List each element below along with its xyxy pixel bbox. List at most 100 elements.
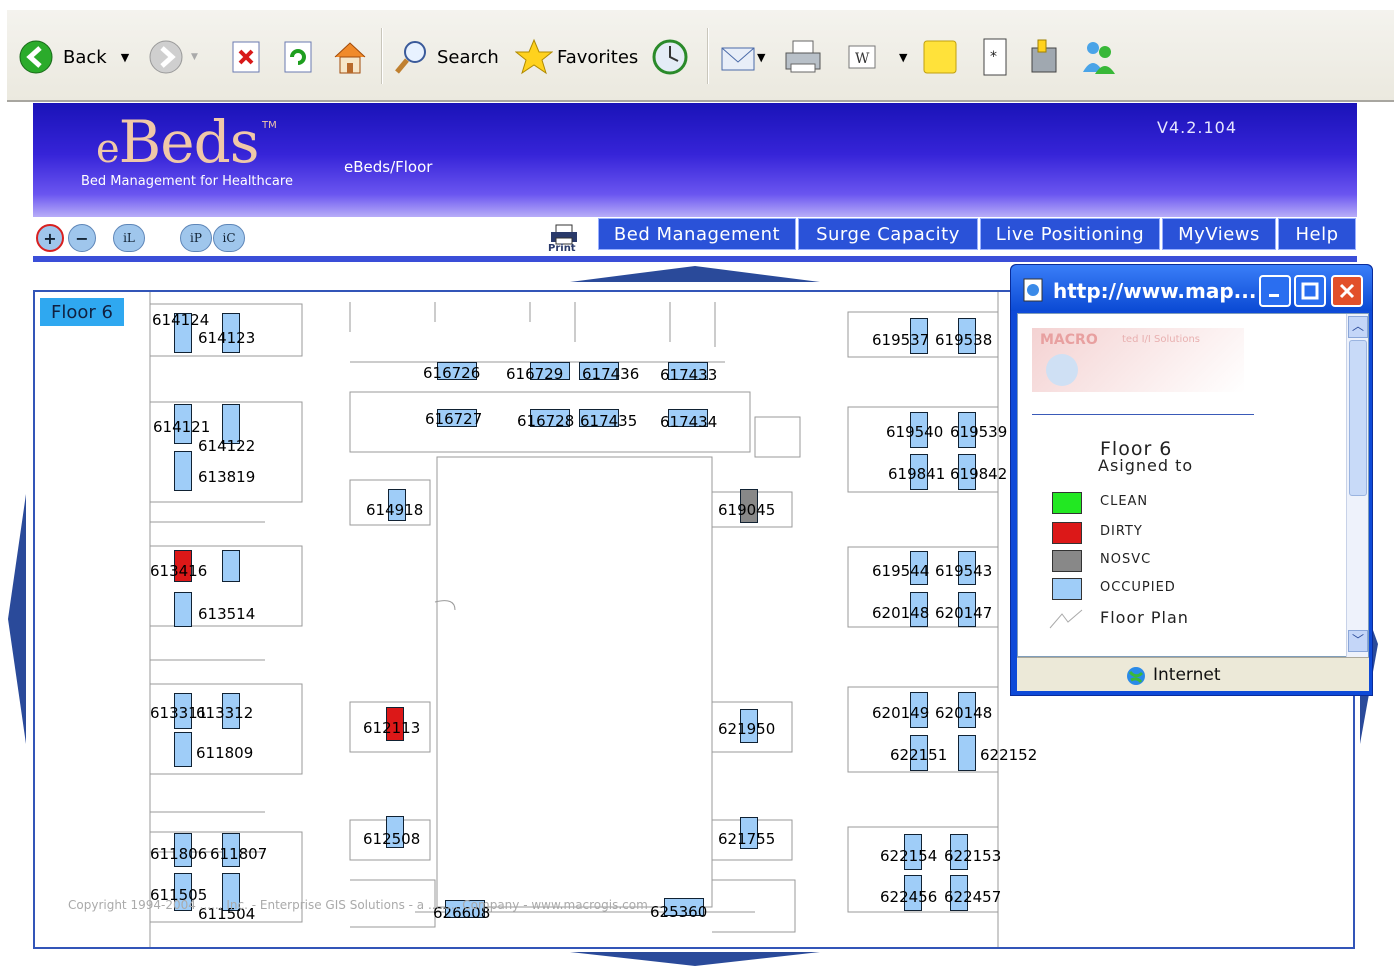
history-icon bbox=[651, 38, 689, 76]
back-dropdown-icon[interactable]: ▼ bbox=[121, 51, 129, 64]
bed-label: 619841 bbox=[888, 465, 946, 483]
device-icon: * bbox=[975, 38, 1013, 76]
print-map-button[interactable]: Print bbox=[548, 224, 582, 256]
floor-label: Floor 6 bbox=[40, 298, 124, 326]
edit-button[interactable]: W ▼ bbox=[843, 34, 907, 80]
bed-label: 621755 bbox=[718, 830, 776, 848]
legend-swatch-occupied bbox=[1052, 578, 1082, 600]
forward-button[interactable]: ▼ bbox=[147, 34, 198, 80]
info-location-button[interactable]: iL bbox=[113, 224, 145, 252]
legend-swatch-dirty bbox=[1052, 522, 1082, 544]
messenger-button[interactable] bbox=[1025, 34, 1063, 80]
bed-label: 619544 bbox=[872, 562, 930, 580]
bed-label: 614121 bbox=[153, 418, 211, 436]
mail-button[interactable]: ▼ bbox=[719, 34, 765, 80]
floor-plan-line-icon bbox=[1049, 609, 1083, 629]
nav-live-positioning[interactable]: Live Positioning bbox=[980, 218, 1160, 250]
bed-label: 622153 bbox=[944, 847, 1002, 865]
stop-button[interactable] bbox=[227, 34, 265, 80]
bed-label: 613514 bbox=[198, 605, 256, 623]
legend-swatch-nosvc bbox=[1052, 550, 1082, 572]
print-label: Print bbox=[548, 243, 576, 254]
bed-label: 616727 bbox=[425, 410, 483, 428]
pan-left-arrow[interactable] bbox=[6, 494, 28, 744]
ie-page-icon bbox=[1021, 277, 1047, 307]
bed-label: 619539 bbox=[950, 423, 1008, 441]
nav-surge-capacity[interactable]: Surge Capacity bbox=[798, 218, 978, 250]
bed-label: 613416 bbox=[150, 562, 208, 580]
close-button[interactable] bbox=[1331, 275, 1363, 307]
legend-popup-window: http://www.map... MACRO ted I/I Solution… bbox=[1010, 264, 1373, 696]
scroll-up-icon[interactable]: ︿ bbox=[1348, 316, 1368, 338]
nav-help[interactable]: Help bbox=[1278, 218, 1356, 250]
users-button[interactable] bbox=[1079, 34, 1117, 80]
popup-title: http://www.map... bbox=[1053, 279, 1257, 303]
globe-icon bbox=[1127, 667, 1145, 685]
bed-label: 620148 bbox=[872, 604, 930, 622]
zoom-in-button[interactable]: + bbox=[36, 224, 64, 252]
bed-label: 622152 bbox=[980, 746, 1038, 764]
bed-label: 614124 bbox=[152, 311, 210, 329]
search-button[interactable]: Search bbox=[393, 34, 499, 80]
favorites-button[interactable]: Favorites bbox=[515, 34, 638, 80]
bed-label: 619540 bbox=[886, 423, 944, 441]
discuss-button[interactable] bbox=[921, 34, 959, 80]
info-capacity-button[interactable]: iC bbox=[213, 224, 245, 252]
mail-dropdown-icon[interactable]: ▼ bbox=[757, 51, 765, 64]
bed-label: 619045 bbox=[718, 501, 776, 519]
scroll-down-icon[interactable]: ﹀ bbox=[1348, 630, 1368, 652]
zoom-out-button[interactable]: − bbox=[68, 224, 96, 252]
pan-down-arrow[interactable] bbox=[570, 950, 820, 967]
print-button[interactable] bbox=[783, 34, 821, 80]
bed-marker[interactable] bbox=[958, 735, 976, 771]
popup-scrollbar[interactable]: ︿ ﹀ bbox=[1346, 314, 1368, 658]
mail-icon bbox=[719, 38, 757, 76]
breadcrumb: eBeds/Floor bbox=[344, 158, 433, 176]
search-label: Search bbox=[437, 46, 499, 68]
scroll-thumb[interactable] bbox=[1349, 340, 1367, 496]
history-button[interactable] bbox=[651, 34, 689, 80]
legend-swatch-clean bbox=[1052, 492, 1082, 514]
svg-text:*: * bbox=[990, 49, 997, 65]
refresh-button[interactable] bbox=[279, 34, 317, 80]
minimize-button[interactable] bbox=[1259, 275, 1291, 307]
legend-label-occupied: OCCUPIED bbox=[1100, 580, 1176, 595]
bed-label: 621950 bbox=[718, 720, 776, 738]
bed-label: 613312 bbox=[196, 704, 254, 722]
macro-logo: MACRO ted I/I Solutions bbox=[1032, 328, 1244, 392]
nav-bed-management[interactable]: Bed Management bbox=[598, 218, 796, 250]
info-patient-button[interactable]: iP bbox=[180, 224, 212, 252]
bed-marker[interactable] bbox=[174, 732, 192, 767]
popup-statusbar: Internet bbox=[1017, 657, 1369, 691]
bed-label: 616729 bbox=[506, 365, 564, 383]
nav-myviews[interactable]: MyViews bbox=[1162, 218, 1276, 250]
bed-marker[interactable] bbox=[222, 550, 240, 582]
back-button[interactable]: Back ▼ bbox=[17, 34, 129, 80]
edit-dropdown-icon[interactable]: ▼ bbox=[899, 51, 907, 64]
word-icon: W bbox=[843, 38, 881, 76]
back-label: Back bbox=[63, 46, 107, 68]
bed-label: 616728 bbox=[517, 412, 575, 430]
bed-label: 612113 bbox=[363, 719, 421, 737]
research-button[interactable]: * bbox=[975, 34, 1013, 80]
maximize-button[interactable] bbox=[1294, 275, 1326, 307]
legend-label-floor-plan: Floor Plan bbox=[1100, 608, 1189, 627]
app-version: V4.2.104 bbox=[1157, 118, 1238, 137]
maximize-icon bbox=[1301, 282, 1319, 300]
bed-label: 620147 bbox=[935, 604, 993, 622]
favorites-label: Favorites bbox=[557, 46, 639, 68]
note-icon bbox=[921, 38, 959, 76]
bed-marker[interactable] bbox=[174, 592, 192, 627]
bed-label: 619842 bbox=[950, 465, 1008, 483]
popup-content: MACRO ted I/I Solutions Floor 6 Asigned … bbox=[1017, 313, 1369, 658]
bed-label: 619538 bbox=[935, 331, 993, 349]
bed-label: 619537 bbox=[872, 331, 930, 349]
home-button[interactable] bbox=[331, 34, 369, 80]
bed-label: 619543 bbox=[935, 562, 993, 580]
bed-label: 616726 bbox=[423, 364, 481, 382]
trademark-mark: TM bbox=[262, 120, 277, 131]
legend-label-dirty: DIRTY bbox=[1100, 524, 1143, 539]
bed-label: 611809 bbox=[196, 744, 254, 762]
bed-marker[interactable] bbox=[174, 451, 192, 491]
pan-up-arrow[interactable] bbox=[570, 264, 820, 284]
